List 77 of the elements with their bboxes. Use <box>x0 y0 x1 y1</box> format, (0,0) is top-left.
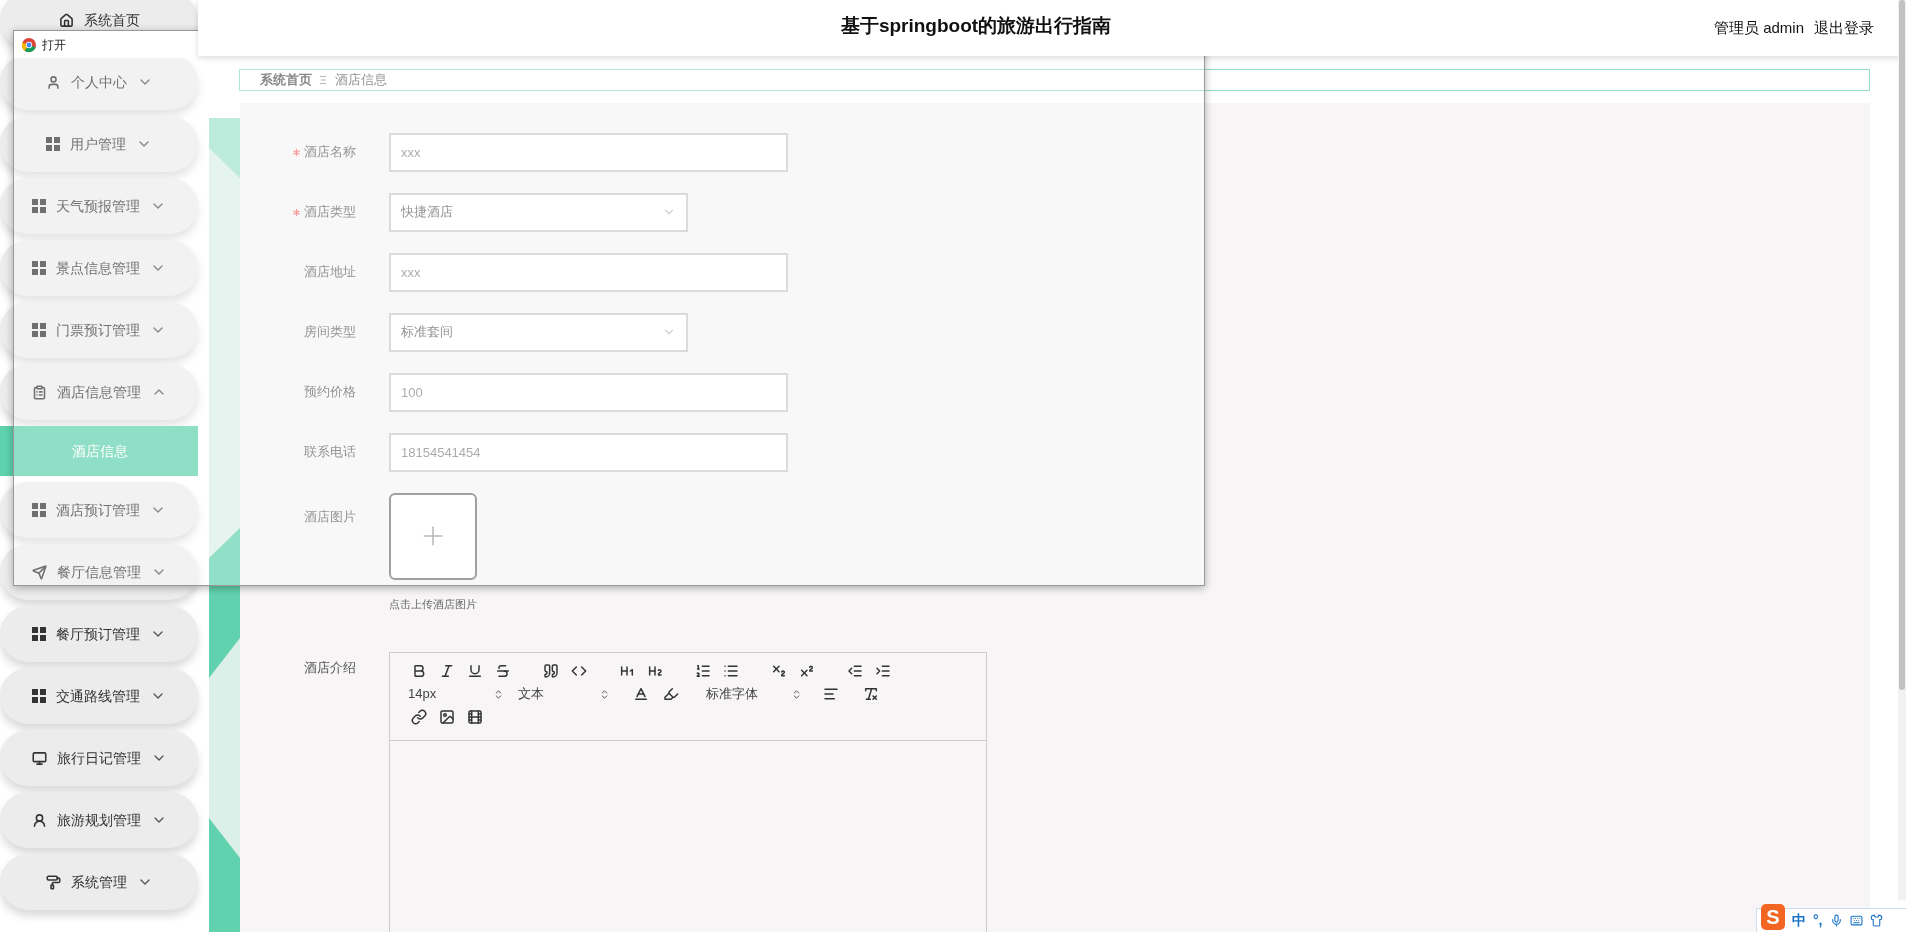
paper-plane-icon <box>31 564 47 580</box>
field-label: 酒店名称 <box>304 143 356 162</box>
sidebar-menu-item[interactable]: 餐厅预订管理 <box>0 606 198 662</box>
field-label: 酒店地址 <box>304 263 356 282</box>
menu-label: 交通路线管理 <box>56 686 140 706</box>
menu-label: 酒店预订管理 <box>56 500 140 520</box>
logout-link[interactable]: 退出登录 <box>1814 16 1874 40</box>
home-icon <box>58 12 74 28</box>
scrollbar[interactable] <box>1898 0 1906 900</box>
sidebar-menu-item[interactable]: 旅游规划管理 <box>0 792 198 848</box>
microphone-icon[interactable] <box>1829 914 1843 927</box>
sidebar-menu-item[interactable]: 景点信息管理 <box>0 240 198 296</box>
toolbar-picker[interactable]: 文本 <box>518 684 544 704</box>
shirt-icon[interactable] <box>1869 914 1883 927</box>
site-title: 基于springboot的旅游出行指南 <box>840 13 1112 38</box>
field-label: 酒店介绍 <box>303 659 356 677</box>
link-icon[interactable] <box>408 707 430 727</box>
input-field[interactable]: 100 <box>389 372 788 412</box>
grid-icon <box>32 627 46 641</box>
grid-icon <box>32 323 46 337</box>
monitor-icon <box>31 750 47 766</box>
field-label: 预约价格 <box>304 383 356 402</box>
field-label: 酒店图片 <box>303 507 356 526</box>
sidebar-menu-item[interactable]: 餐厅信息管理 <box>0 544 198 600</box>
menu-label: 餐厅预订管理 <box>56 624 140 644</box>
input-field[interactable]: 18154541454 <box>389 432 788 472</box>
field-label: 联系电话 <box>304 443 356 462</box>
browser-logo-icon <box>22 37 36 52</box>
up-down-caret-icon[interactable] <box>599 688 610 700</box>
input-field[interactable]: xxx <box>389 132 788 172</box>
person-icon <box>31 812 47 828</box>
sidebar-menu-item[interactable]: 交通路线管理 <box>0 668 198 724</box>
separator-icon <box>320 74 327 85</box>
sidebar-menu-item[interactable]: 旅行日记管理 <box>0 730 198 786</box>
select-field[interactable]: 快捷酒店 <box>389 192 688 232</box>
keyboard-icon[interactable] <box>1849 914 1863 927</box>
breadcrumb-current: 酒店信息 <box>335 71 387 89</box>
toolbar-picker[interactable]: 标准字体 <box>706 684 758 704</box>
menu-label: 门票预订管理 <box>56 320 140 340</box>
menu-label: 餐厅信息管理 <box>56 562 141 582</box>
user-icon <box>45 74 61 90</box>
input-field[interactable]: xxx <box>389 252 788 292</box>
up-down-caret-icon[interactable] <box>791 688 802 700</box>
ime-mode-text[interactable]: 中 <box>1792 910 1806 931</box>
sidebar-menu-item[interactable]: 系统管理 <box>0 854 198 910</box>
menu-label: 旅行日记管理 <box>56 748 141 768</box>
select-field[interactable]: 标准套间 <box>389 312 688 352</box>
ime-mode-text[interactable]: °, <box>1813 910 1823 931</box>
grid-icon <box>32 503 46 517</box>
paint-roller-icon <box>45 874 61 890</box>
sidebar-menu-item[interactable]: 酒店信息管理 <box>0 364 198 420</box>
menu-label: 酒店信息管理 <box>56 382 141 402</box>
menu-label: 旅游规划管理 <box>56 810 141 830</box>
menu-label: 系统首页 <box>83 10 140 30</box>
sidebar-menu-item[interactable]: 天气预报管理 <box>0 178 198 234</box>
field-label: 酒店类型 <box>304 203 356 222</box>
image-upload-button[interactable] <box>389 492 477 580</box>
field-label: 房间类型 <box>304 323 356 342</box>
menu-label: 用户管理 <box>70 134 126 154</box>
grid-icon <box>32 261 46 275</box>
clipboard-icon <box>31 384 47 400</box>
up-down-caret-icon[interactable] <box>493 688 504 700</box>
upload-hint: 点击上传酒店图片 <box>389 596 477 612</box>
menu-label: 系统管理 <box>70 872 127 892</box>
sidebar-menu-item[interactable]: 酒店预订管理 <box>0 482 198 538</box>
breadcrumb-link[interactable]: 系统首页 <box>260 70 312 90</box>
grid-icon <box>46 137 60 151</box>
grid-icon <box>32 199 46 213</box>
sidebar-menu-item[interactable]: 门票预订管理 <box>0 302 198 358</box>
admin-user-label: 管理员 admin <box>1713 17 1804 38</box>
toolbar-picker[interactable]: 14px <box>408 684 437 704</box>
menu-label: 景点信息管理 <box>56 258 140 278</box>
ime-logo: S <box>1761 903 1785 930</box>
sidebar-menu-item[interactable]: 用户管理 <box>0 116 198 172</box>
menu-label: 个人中心 <box>70 72 127 92</box>
menu-label: 天气预报管理 <box>56 196 140 216</box>
grid-icon <box>32 689 46 703</box>
